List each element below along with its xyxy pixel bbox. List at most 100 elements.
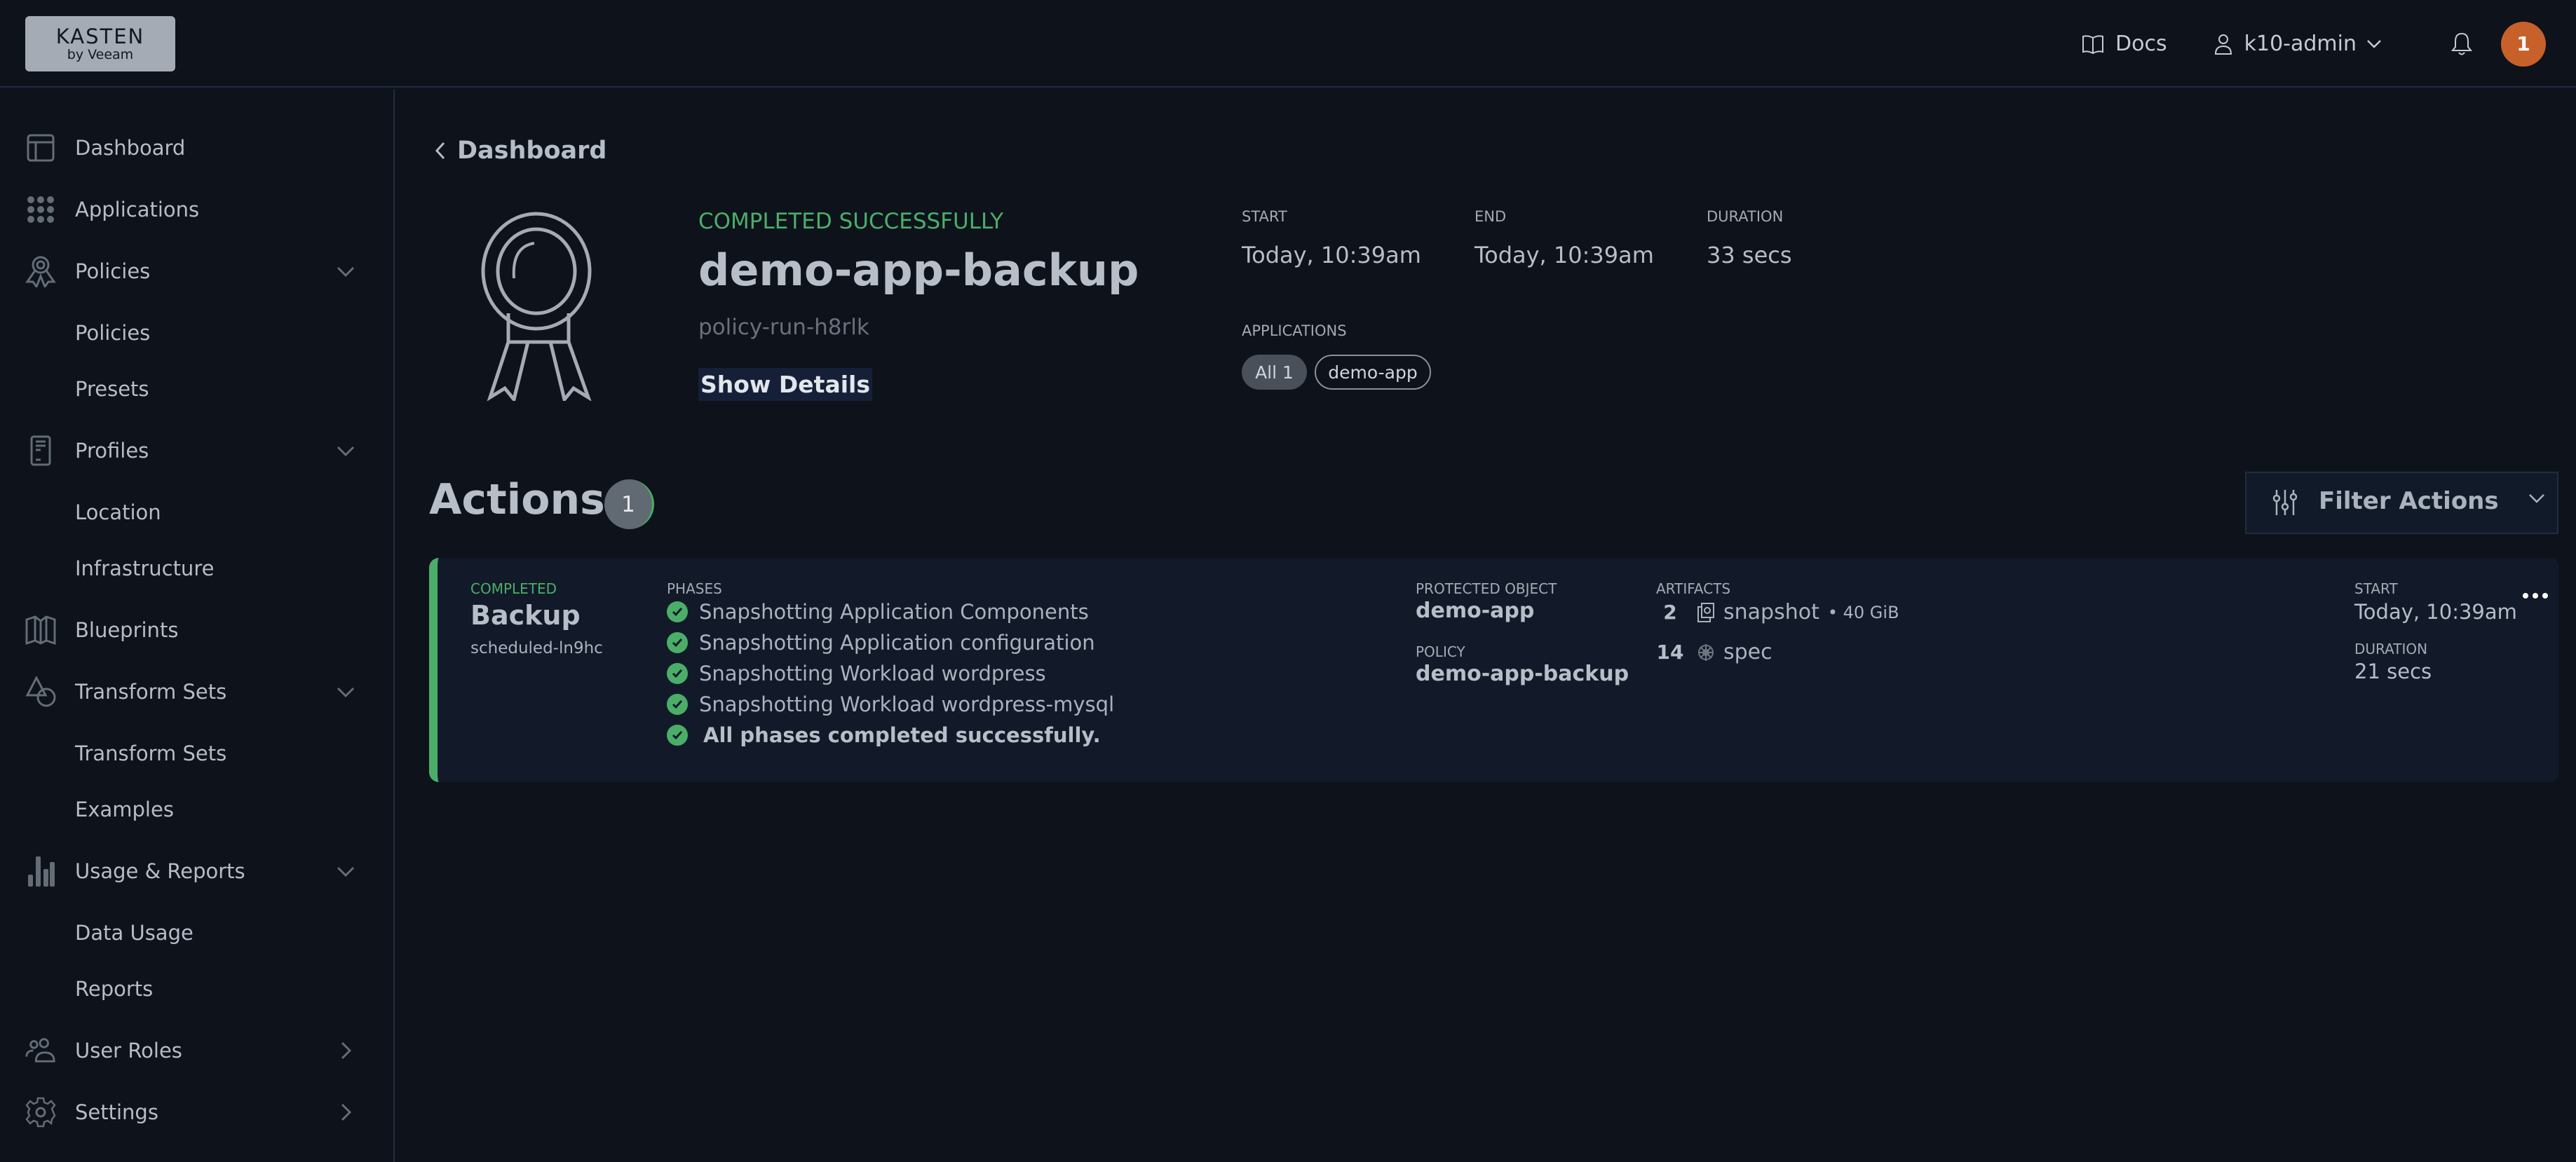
phases-label: PHASES xyxy=(667,580,722,597)
sidebar-item-transform-sets[interactable]: Transform Sets xyxy=(0,667,393,716)
chevron-down-icon xyxy=(337,266,355,278)
dot xyxy=(2542,593,2548,599)
sidebar-item-label: Reports xyxy=(75,977,154,1001)
chevron-right-icon xyxy=(341,1041,352,1060)
end-value: Today, 10:39am xyxy=(1475,242,1654,268)
logo-subtitle: by Veeam xyxy=(67,46,134,62)
show-details-button[interactable]: Show Details xyxy=(698,368,872,401)
chevron-down-icon xyxy=(2367,39,2381,48)
artifact-name: snapshot xyxy=(1723,600,1819,624)
action-duration-value: 21 secs xyxy=(2354,659,2432,683)
phase-item: Snapshotting Workload wordpress-mysql xyxy=(667,690,1114,718)
chevron-down-icon xyxy=(337,866,355,877)
sidebar-item-label: Settings xyxy=(75,1100,158,1124)
sidebar-item-applications[interactable]: Applications xyxy=(0,185,393,234)
sidebar-item-label: Transform Sets xyxy=(75,680,227,704)
phase-summary: All phases completed successfully. xyxy=(667,721,1101,749)
apps-grid-icon xyxy=(25,194,56,225)
dot xyxy=(2533,593,2538,599)
sidebar-subitem-location[interactable]: Location xyxy=(0,488,393,537)
artifact-row[interactable]: 14 spec xyxy=(1656,640,1772,664)
action-duration-label: DURATION xyxy=(2354,641,2428,657)
sidebar-item-policies[interactable]: Policies xyxy=(0,247,393,296)
chevron-down-icon xyxy=(2529,494,2544,503)
main-content: Dashboard COMPLETED SUCCESSFULLY demo-ap… xyxy=(396,89,2576,1162)
sidebar-subitem-presets[interactable]: Presets xyxy=(0,364,393,413)
artifact-row[interactable]: 2 snapshot • 40 GiB xyxy=(1656,600,1899,624)
action-card[interactable]: COMPLETED Backup scheduled-ln9hc PHASES … xyxy=(429,558,2559,782)
notifications-button[interactable] xyxy=(2450,32,2484,57)
policy-label: POLICY xyxy=(1416,643,1465,660)
action-start-label: START xyxy=(2354,580,2398,597)
chevron-down-icon xyxy=(337,446,355,457)
award-ribbon-icon xyxy=(481,212,592,401)
check-circle-icon xyxy=(667,663,688,684)
filter-actions-dropdown[interactable]: Filter Actions xyxy=(2245,472,2558,534)
sidebar-item-dashboard[interactable]: Dashboard xyxy=(0,123,393,172)
bar-chart-icon xyxy=(25,856,56,887)
sidebar-subitem-infrastructure[interactable]: Infrastructure xyxy=(0,544,393,593)
end-label: END xyxy=(1475,208,1507,225)
sidebar-item-label: Policies xyxy=(75,259,151,283)
sidebar-item-usage-reports[interactable]: Usage & Reports xyxy=(0,847,393,896)
check-circle-icon xyxy=(667,632,688,653)
phase-text: Snapshotting Application Components xyxy=(699,600,1089,624)
dashboard-icon xyxy=(25,132,56,163)
protected-object-value[interactable]: demo-app xyxy=(1416,599,1534,623)
sidebar-subitem-data-usage[interactable]: Data Usage xyxy=(0,908,393,957)
dot xyxy=(2523,593,2528,599)
award-icon xyxy=(25,256,56,287)
helm-wheel-icon xyxy=(1698,643,1714,661)
sidebar-item-settings[interactable]: Settings xyxy=(0,1088,393,1137)
phase-text: Snapshotting Workload wordpress xyxy=(699,662,1046,685)
run-title: demo-app-backup xyxy=(698,245,1139,296)
sidebar-item-label: Transform Sets xyxy=(75,741,227,765)
sidebar-item-profiles[interactable]: Profiles xyxy=(0,426,393,475)
book-icon xyxy=(2082,34,2104,54)
duration-label: DURATION xyxy=(1707,208,1784,225)
check-circle-icon xyxy=(667,601,688,622)
phase-text: Snapshotting Workload wordpress-mysql xyxy=(699,692,1115,716)
back-to-dashboard-link[interactable]: Dashboard xyxy=(435,137,606,165)
phase-summary-text: All phases completed successfully. xyxy=(703,723,1101,747)
sidebar-item-label: Policies xyxy=(75,321,151,345)
snapshot-icon xyxy=(1697,602,1714,622)
sidebar-item-user-roles[interactable]: User Roles xyxy=(0,1026,393,1075)
chevron-down-icon xyxy=(337,687,355,698)
gear-icon xyxy=(25,1097,56,1128)
chevron-left-icon xyxy=(435,142,445,160)
sidebar-subitem-policies[interactable]: Policies xyxy=(0,308,393,357)
map-icon xyxy=(25,615,56,645)
docs-link[interactable]: Docs xyxy=(2082,32,2167,56)
check-circle-icon xyxy=(667,725,688,746)
users-icon xyxy=(25,1035,56,1066)
top-bar: KASTEN by Veeam Docs k10-admin 1 xyxy=(0,0,2576,88)
phase-item: Snapshotting Application Components xyxy=(667,598,1089,626)
sidebar-item-label: Profiles xyxy=(75,439,149,463)
user-icon xyxy=(2214,34,2232,55)
sidebar-item-blueprints[interactable]: Blueprints xyxy=(0,606,393,655)
kasten-logo[interactable]: KASTEN by Veeam xyxy=(25,16,175,71)
sidebar-item-label: Presets xyxy=(75,377,149,401)
start-label: START xyxy=(1242,208,1287,225)
username-label: k10-admin xyxy=(2244,32,2357,56)
notification-count-badge[interactable]: 1 xyxy=(2501,21,2546,67)
application-pill[interactable]: demo-app xyxy=(1315,355,1431,390)
sliders-icon xyxy=(2272,490,2298,515)
more-options-button[interactable] xyxy=(2523,593,2548,599)
artifact-size: • 40 GiB xyxy=(1827,602,1899,622)
policy-value[interactable]: demo-app-backup xyxy=(1416,662,1629,686)
user-menu[interactable]: k10-admin xyxy=(2214,32,2393,56)
action-id: scheduled-ln9hc xyxy=(470,639,603,657)
phase-item: Snapshotting Workload wordpress xyxy=(667,659,1046,688)
sidebar-subitem-transform-sets[interactable]: Transform Sets xyxy=(0,729,393,778)
actions-heading: Actions xyxy=(429,475,605,524)
sidebar-subitem-reports[interactable]: Reports xyxy=(0,964,393,1013)
artifact-count: 14 xyxy=(1656,641,1684,664)
bell-icon xyxy=(2450,32,2473,55)
applications-all-pill[interactable]: All 1 xyxy=(1242,355,1307,390)
back-label: Dashboard xyxy=(457,137,607,165)
sidebar-subitem-examples[interactable]: Examples xyxy=(0,785,393,834)
logo-title: KASTEN xyxy=(55,24,145,48)
protected-object-label: PROTECTED OBJECT xyxy=(1416,580,1557,597)
